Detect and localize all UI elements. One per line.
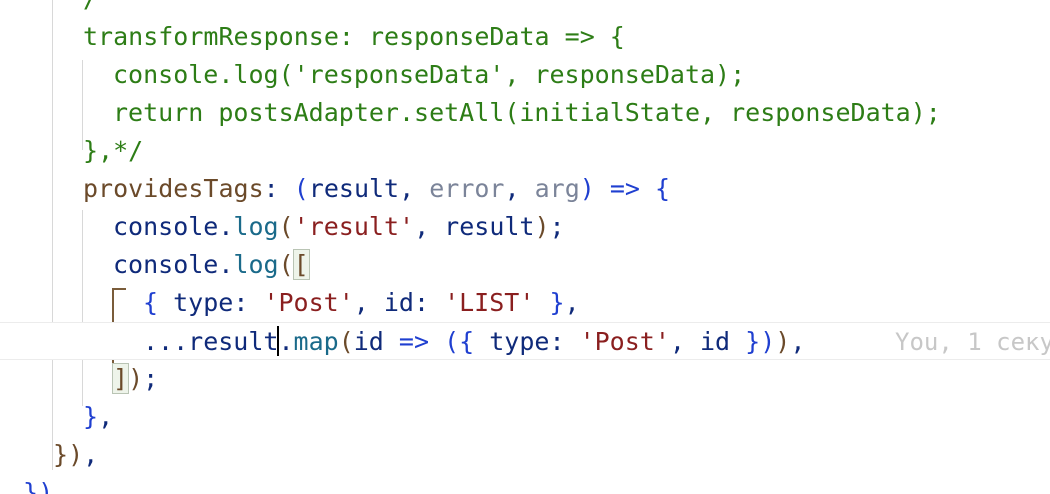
- code-text: }),: [53, 436, 98, 474]
- code-line[interactable]: { type: 'Post', id: 'LIST' },: [0, 284, 1050, 322]
- code-token: type: [173, 288, 234, 317]
- code-token: (: [278, 212, 294, 241]
- code-token: 'LIST': [444, 288, 535, 317]
- git-blame-annotation: You, 1 секу: [895, 328, 1050, 356]
- code-text: console.log([: [113, 246, 310, 284]
- code-token: =>: [383, 327, 445, 356]
- code-line[interactable]: }),: [0, 436, 1050, 474]
- code-token: ): [128, 364, 144, 393]
- code-text: ]);: [111, 360, 159, 398]
- code-token: ;: [143, 364, 159, 393]
- matched-bracket: ]: [111, 363, 130, 394]
- code-token: ): [534, 212, 550, 241]
- code-line[interactable]: return postsAdapter.setAll(initialState,…: [0, 94, 1050, 132]
- code-token: ,: [83, 440, 99, 469]
- code-token: ): [38, 478, 54, 494]
- code-token: :: [263, 174, 294, 203]
- code-token: }: [23, 478, 39, 494]
- code-token: result: [188, 327, 279, 356]
- code-token: }: [53, 440, 69, 469]
- code-text: ...result.map(id => ({ type: 'Post', id …: [143, 323, 805, 361]
- code-token: id: [383, 288, 414, 317]
- code-text: }): [23, 474, 53, 494]
- code-line[interactable]: ]);: [0, 360, 1050, 398]
- code-token: 'result': [293, 212, 415, 241]
- code-token: .: [278, 327, 294, 356]
- code-token: ,: [353, 288, 384, 317]
- code-line[interactable]: }): [0, 474, 1050, 494]
- code-line-current[interactable]: ...result.map(id => ({ type: 'Post', id …: [0, 322, 1050, 360]
- code-token: result: [444, 212, 535, 241]
- code-line[interactable]: },: [0, 398, 1050, 436]
- code-token: ): [775, 327, 791, 356]
- code-text: /*: [83, 0, 113, 18]
- code-token: =>: [594, 174, 656, 203]
- code-token: ,: [399, 174, 430, 203]
- code-editor[interactable]: /* transformResponse: responseData => { co…: [0, 0, 1050, 494]
- code-token: }: [534, 288, 565, 317]
- matched-bracket: [: [292, 249, 310, 280]
- code-token: ): [760, 327, 776, 356]
- code-text: },*/: [83, 132, 143, 170]
- code-token: map: [293, 327, 339, 356]
- code-line[interactable]: console.log('responseData', responseData…: [0, 56, 1050, 94]
- code-token: {: [143, 288, 174, 317]
- code-token: id: [700, 327, 731, 356]
- code-token: id: [353, 327, 384, 356]
- code-line[interactable]: /*: [0, 0, 1050, 18]
- code-token: ,: [564, 288, 580, 317]
- code-text: { type: 'Post', id: 'LIST' },: [143, 284, 580, 322]
- code-token: ...: [143, 327, 189, 356]
- code-token: (: [444, 327, 460, 356]
- code-token: ,: [98, 402, 114, 431]
- code-token: .: [218, 212, 234, 241]
- code-token: ;: [549, 212, 565, 241]
- code-token: },*/: [83, 136, 144, 165]
- code-line[interactable]: },*/: [0, 132, 1050, 170]
- code-token: ): [579, 174, 595, 203]
- code-token: console: [113, 250, 219, 279]
- code-token: ,: [790, 327, 806, 356]
- code-token: :: [413, 288, 445, 317]
- code-token: .: [218, 250, 234, 279]
- code-text: console.log('responseData', responseData…: [113, 56, 745, 94]
- code-token: result: [308, 174, 400, 203]
- code-text: transformResponse: responseData => {: [83, 18, 625, 56]
- code-token: log: [233, 212, 279, 241]
- code-text: providesTags: (result, error, arg) => {: [83, 170, 670, 208]
- code-token: console: [113, 212, 219, 241]
- code-token: {: [655, 174, 671, 203]
- code-token: :: [233, 288, 264, 317]
- code-token: log: [233, 250, 279, 279]
- code-token: }: [83, 402, 99, 431]
- code-token: type: [489, 327, 550, 356]
- code-token: ,: [504, 174, 535, 203]
- code-token: :: [549, 327, 580, 356]
- code-text: },: [83, 398, 113, 436]
- code-token: ,: [669, 327, 700, 356]
- code-token: ,: [414, 212, 445, 241]
- code-token: 'Post': [263, 288, 354, 317]
- code-token: error: [429, 174, 505, 203]
- code-token: (: [338, 327, 354, 356]
- code-token: transformResponse: responseData => {: [83, 22, 625, 51]
- code-token: (: [293, 174, 309, 203]
- code-token: /*: [83, 0, 113, 13]
- code-token: providesTags: [83, 174, 264, 203]
- code-text: return postsAdapter.setAll(initialState,…: [113, 94, 941, 132]
- code-token: {: [459, 327, 490, 356]
- code-token: arg: [534, 174, 580, 203]
- code-token: return postsAdapter.setAll(initialState,…: [113, 98, 941, 127]
- code-line[interactable]: transformResponse: responseData => {: [0, 18, 1050, 56]
- code-line[interactable]: providesTags: (result, error, arg) => {: [0, 170, 1050, 208]
- code-token: (: [278, 250, 294, 279]
- code-text: console.log('result', result);: [113, 208, 565, 246]
- code-token: }: [730, 327, 761, 356]
- code-line[interactable]: console.log([: [0, 246, 1050, 284]
- code-token: ): [68, 440, 84, 469]
- code-token: console.log('responseData', responseData…: [113, 60, 746, 89]
- code-token: 'Post': [579, 327, 670, 356]
- code-line[interactable]: console.log('result', result);: [0, 208, 1050, 246]
